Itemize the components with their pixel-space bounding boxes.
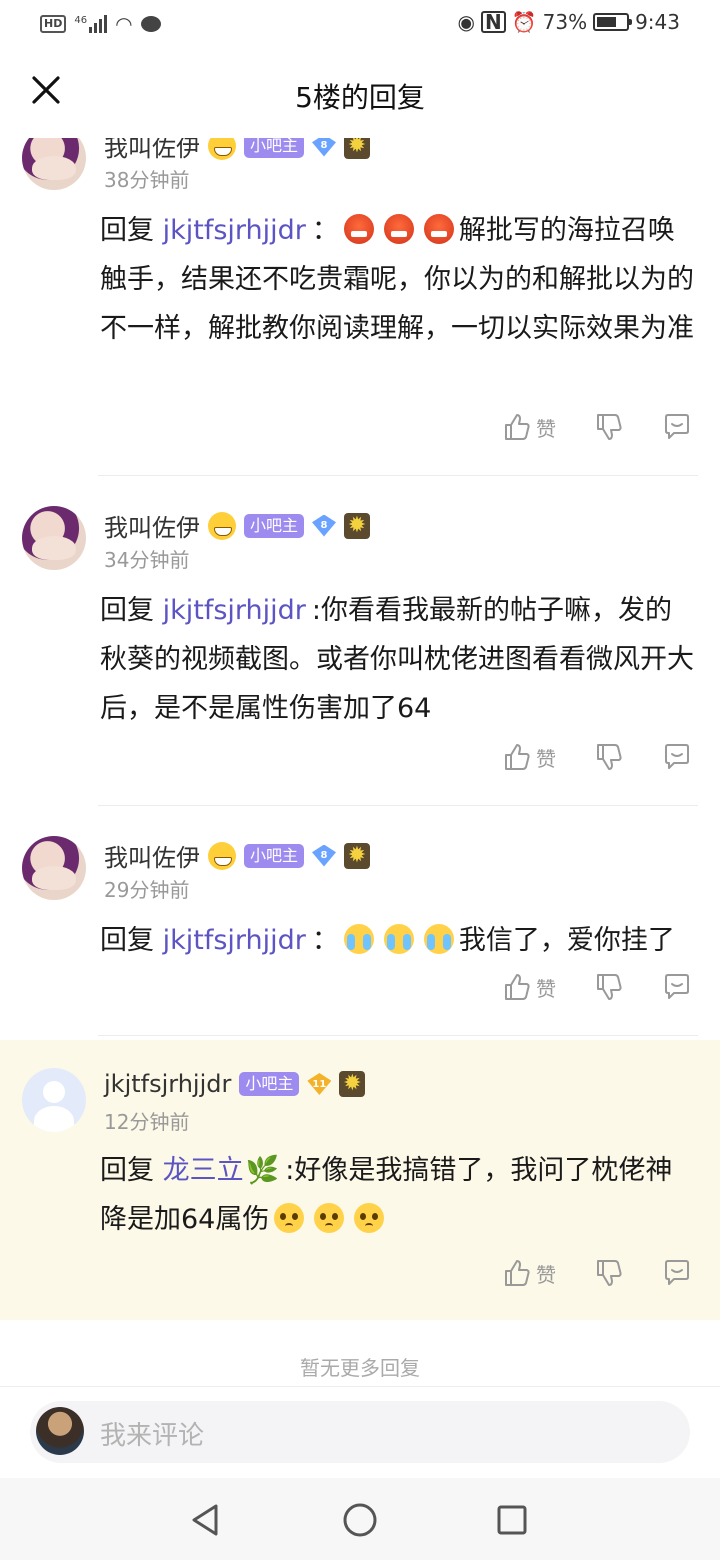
reply-item: 我叫佐伊 小吧主 8 29分钟前 回复 jkjtfsjrhjjdr：我信了，爱你… bbox=[0, 806, 720, 1036]
medal-icon bbox=[344, 512, 371, 539]
thumbs-down-icon bbox=[597, 1260, 622, 1286]
battery-percent: 73% bbox=[542, 10, 588, 34]
alarm-icon: ⏰ bbox=[511, 10, 537, 34]
angry-emoji bbox=[343, 214, 374, 244]
thumbs-up-icon bbox=[505, 414, 530, 440]
like-button[interactable]: 赞 bbox=[502, 1258, 556, 1288]
battery-icon bbox=[593, 13, 633, 31]
signal-icon: 46 bbox=[74, 15, 108, 33]
reply-to-user-link[interactable]: 龙三立🌿 bbox=[163, 1155, 280, 1186]
leaf-emoji: 🌿 bbox=[245, 1155, 280, 1186]
pleading-emoji bbox=[314, 1203, 345, 1233]
dislike-button[interactable] bbox=[594, 1258, 624, 1288]
crying-emoji bbox=[423, 924, 454, 954]
username[interactable]: jkjtfsjrhjjdr bbox=[104, 1070, 231, 1098]
thumbs-down-icon bbox=[597, 974, 622, 1000]
reply-to-user-link[interactable]: jkjtfsjrhjjdr bbox=[163, 595, 306, 626]
level-badge-icon: 8 bbox=[312, 844, 337, 867]
thumbs-down-icon bbox=[597, 744, 622, 770]
owner-badge: 小吧主 bbox=[244, 843, 305, 868]
page-title: 5楼的回复 bbox=[295, 81, 425, 114]
recents-square-icon[interactable] bbox=[492, 1500, 532, 1540]
owner-badge: 小吧主 bbox=[239, 1072, 300, 1096]
comment-bar: 我来评论 bbox=[0, 1386, 720, 1478]
comment-icon bbox=[665, 414, 689, 439]
dislike-button[interactable] bbox=[594, 412, 624, 442]
message-icon bbox=[140, 16, 161, 32]
avatar[interactable] bbox=[22, 836, 86, 900]
reply-text[interactable]: 回复 龙三立🌿:好像是我搞错了，我问了枕佬神降是加64属伤 bbox=[100, 1146, 696, 1244]
level-badge-icon: 11 bbox=[307, 1073, 332, 1095]
hd-indicator: HD bbox=[40, 15, 67, 33]
eye-icon: ◉ bbox=[457, 10, 475, 34]
dislike-button[interactable] bbox=[594, 972, 624, 1002]
pleading-emoji bbox=[354, 1203, 385, 1233]
avatar[interactable] bbox=[22, 1068, 86, 1132]
wifi-icon: ◠ bbox=[115, 12, 133, 36]
comment-button[interactable] bbox=[662, 972, 692, 1002]
like-button[interactable]: 赞 bbox=[502, 412, 556, 442]
nfc-icon: N bbox=[480, 11, 506, 33]
reply-item-highlighted: jkjtfsjrhjjdr 小吧主 11 12分钟前 回复 龙三立🌿:好像是我搞… bbox=[0, 1040, 720, 1320]
thumbs-up-icon bbox=[505, 974, 530, 1000]
my-avatar[interactable] bbox=[36, 1407, 84, 1455]
status-bar: HD 46 ◠ ◉ N ⏰ 73% 9:43 bbox=[0, 0, 720, 50]
reply-to-user-link[interactable]: jkjtfsjrhjjdr bbox=[163, 925, 306, 956]
username[interactable]: 我叫佐伊 bbox=[104, 508, 200, 543]
timestamp: 29分钟前 bbox=[104, 878, 190, 902]
timestamp: 12分钟前 bbox=[104, 1110, 190, 1134]
system-nav-bar bbox=[0, 1478, 720, 1560]
page-header: 5楼的回复 bbox=[0, 50, 720, 138]
thumbs-up-icon bbox=[505, 744, 530, 770]
comment-input-placeholder: 我来评论 bbox=[100, 1421, 205, 1451]
like-button[interactable]: 赞 bbox=[502, 972, 556, 1002]
thumbs-down-icon bbox=[597, 414, 622, 440]
reply-text[interactable]: 回复 jkjtfsjrhjjdr：我信了，爱你挂了 bbox=[100, 916, 696, 965]
angry-emoji bbox=[383, 214, 414, 244]
reply-item: 我叫佐伊 小吧主 8 38分钟前 回复 jkjtfsjrhjjdr：解批写的海拉… bbox=[0, 122, 720, 476]
no-more-replies-text: 暂无更多回复 bbox=[300, 1356, 420, 1380]
reply-text[interactable]: 回复 jkjtfsjrhjjdr：解批写的海拉召唤触手，结果还不吃贵霜呢，你以为… bbox=[100, 206, 696, 353]
angry-emoji bbox=[423, 214, 454, 244]
avatar[interactable] bbox=[22, 506, 86, 570]
timestamp: 38分钟前 bbox=[104, 168, 190, 192]
owner-badge: 小吧主 bbox=[244, 513, 305, 538]
reply-list[interactable]: 我叫佐伊 小吧主 8 38分钟前 回复 jkjtfsjrhjjdr：解批写的海拉… bbox=[0, 122, 720, 1320]
grin-emoji bbox=[208, 511, 236, 540]
comment-button[interactable] bbox=[662, 1258, 692, 1288]
medal-icon bbox=[339, 1071, 366, 1097]
medal-icon bbox=[344, 842, 371, 869]
comment-button[interactable] bbox=[662, 412, 692, 442]
comment-button[interactable] bbox=[662, 742, 692, 772]
reply-text[interactable]: 回复 jkjtfsjrhjjdr:你看看我最新的帖子嘛，发的秋葵的视频截图。或者… bbox=[100, 586, 696, 733]
dislike-button[interactable] bbox=[594, 742, 624, 772]
username[interactable]: 我叫佐伊 bbox=[104, 838, 200, 873]
reply-to-user-link[interactable]: jkjtfsjrhjjdr bbox=[163, 215, 306, 246]
comment-icon bbox=[665, 1260, 689, 1285]
grin-emoji bbox=[208, 841, 236, 870]
reply-item: 我叫佐伊 小吧主 8 34分钟前 回复 jkjtfsjrhjjdr:你看看我最新… bbox=[0, 476, 720, 806]
clock: 9:43 bbox=[635, 10, 680, 34]
crying-emoji bbox=[343, 924, 374, 954]
comment-icon bbox=[665, 744, 689, 769]
level-badge-icon: 8 bbox=[312, 514, 337, 537]
home-circle-icon[interactable] bbox=[340, 1500, 380, 1540]
pleading-emoji bbox=[274, 1203, 305, 1233]
back-triangle-icon[interactable] bbox=[186, 1500, 226, 1540]
thumbs-up-icon bbox=[505, 1260, 530, 1286]
crying-emoji bbox=[383, 924, 414, 954]
timestamp: 34分钟前 bbox=[104, 548, 190, 572]
comment-icon bbox=[665, 974, 689, 999]
like-button[interactable]: 赞 bbox=[502, 742, 556, 772]
divider bbox=[98, 1035, 698, 1036]
